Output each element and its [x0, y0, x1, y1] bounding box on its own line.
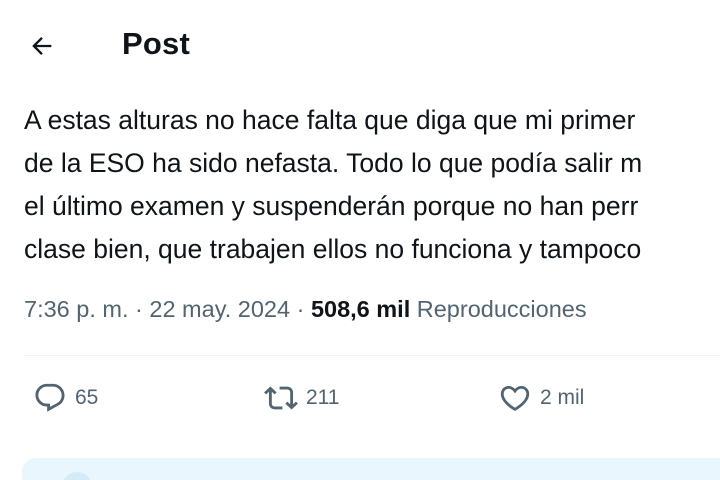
- reply-count: 65: [75, 386, 99, 409]
- views-label: Reproducciones: [416, 296, 587, 322]
- divider: [24, 355, 720, 356]
- banner-avatar: [62, 472, 92, 480]
- tweet-text-line: A estas alturas no hace falta que diga q…: [24, 105, 636, 135]
- retweet-count: 211: [306, 386, 340, 409]
- tweet-text-line: de la ESO ha sido nefasta. Todo lo que p…: [24, 148, 643, 178]
- post-page: Post A estas alturas no hace falta que d…: [0, 0, 720, 480]
- heart-icon: [498, 381, 532, 415]
- retweet-button[interactable]: 211: [264, 380, 339, 416]
- back-button[interactable]: [22, 26, 62, 66]
- tweet-text-line: el último examen y suspenderán porque no…: [24, 191, 639, 221]
- like-button[interactable]: 2 mil: [498, 380, 584, 416]
- like-count: 2 mil: [540, 386, 585, 409]
- arrow-left-icon: [32, 37, 52, 55]
- tweet-timestamp[interactable]: 7:36 p. m. · 22 may. 2024 ·: [24, 296, 311, 322]
- page-title: Post: [122, 26, 190, 61]
- post-header: Post: [0, 0, 720, 90]
- tweet-text-line: clase bien, que trabajen ellos no funcio…: [24, 234, 642, 264]
- promo-banner[interactable]: [22, 458, 720, 480]
- tweet-text: A estas alturas no hace falta que diga q…: [24, 99, 720, 271]
- tweet-meta: 7:36 p. m. · 22 may. 2024 · 508,6 mil Re…: [24, 293, 587, 325]
- views-count: 508,6 mil: [310, 296, 411, 322]
- reply-button[interactable]: 65: [33, 380, 98, 416]
- retweet-icon: [264, 381, 298, 415]
- reply-bubble-icon: [33, 381, 67, 415]
